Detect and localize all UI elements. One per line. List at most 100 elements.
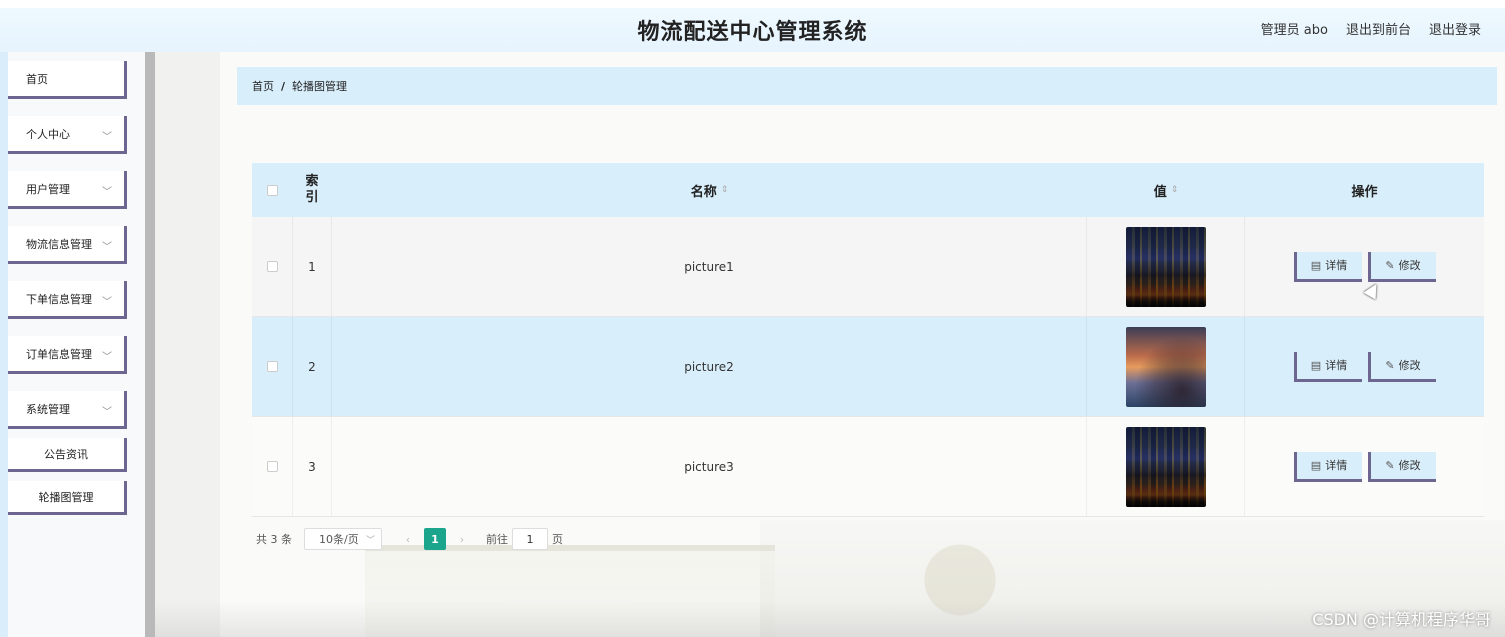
admin-user-label: 管理员 abo	[1260, 23, 1328, 38]
header-value-label: 值	[1153, 184, 1167, 200]
breadcrumb-current: 轮播图管理	[292, 80, 348, 93]
detail-button-label: 详情	[1325, 359, 1348, 372]
sort-icon[interactable]: ⇕	[721, 185, 729, 195]
carousel-image-thumbnail[interactable]	[1125, 426, 1206, 507]
sidebar-item-label: 下单信息管理	[26, 292, 92, 306]
next-page-button[interactable]: ›	[452, 533, 472, 546]
carousel-table: 索 引 名称 ⇕ 值 ⇕ 操作 1 picture1 ▤ 详情 ✎ 修改 2 p…	[252, 163, 1484, 517]
breadcrumb-separator: /	[281, 79, 286, 93]
sidebar-item-system-management[interactable]: 系统管理 ﹀	[8, 391, 127, 429]
pencil-icon: ✎	[1385, 258, 1395, 272]
page-number-active[interactable]: 1	[424, 528, 446, 550]
bottom-shade	[155, 600, 1505, 637]
sort-icon[interactable]: ⇕	[1171, 185, 1179, 195]
header-checkbox-cell	[252, 163, 292, 217]
pencil-icon: ✎	[1385, 458, 1395, 472]
sidebar-item-home[interactable]: 首页	[8, 61, 127, 99]
header-index: 索 引	[292, 163, 332, 217]
chevron-down-icon: ﹀	[102, 407, 112, 418]
select-all-checkbox[interactable]	[266, 184, 278, 196]
edit-button[interactable]: ✎ 修改	[1367, 351, 1436, 382]
sidebar-item-label: 系统管理	[26, 402, 70, 416]
detail-button[interactable]: ▤ 详情	[1293, 451, 1362, 482]
sidebar-subitem-label: 轮播图管理	[38, 490, 94, 504]
prev-page-button[interactable]: ‹	[398, 533, 418, 546]
chevron-down-icon: ﹀	[102, 242, 112, 253]
logout-link[interactable]: 退出登录	[1429, 19, 1481, 38]
header-index-line2: 引	[305, 190, 319, 205]
page-size-select[interactable]: 10条/页 ﹀	[304, 528, 382, 550]
table-row: 3 picture3 ▤ 详情 ✎ 修改	[252, 417, 1484, 517]
top-header: 物流配送中心管理系统 管理员 abo 退出到前台 退出登录	[0, 0, 1505, 52]
carousel-image-thumbnail[interactable]	[1125, 226, 1206, 307]
row-name: picture2	[332, 317, 1087, 416]
breadcrumb: 首页 / 轮播图管理	[237, 67, 1497, 105]
carousel-image-thumbnail[interactable]	[1125, 326, 1206, 407]
chevron-down-icon: ﹀	[102, 297, 112, 308]
edit-button[interactable]: ✎ 修改	[1367, 251, 1436, 282]
row-value	[1087, 317, 1245, 416]
chevron-down-icon: ﹀	[365, 535, 375, 546]
detail-button[interactable]: ▤ 详情	[1293, 251, 1362, 282]
row-checkbox[interactable]	[266, 361, 278, 372]
header-actions-label: 操作	[1351, 184, 1378, 200]
sidebar-item-logistics-info[interactable]: 物流信息管理 ﹀	[8, 226, 127, 264]
chevron-down-icon: ﹀	[102, 187, 112, 198]
pagination: 共 3 条 10条/页 ﹀ ‹ 1 › 前往 页	[256, 528, 563, 550]
row-name: picture3	[332, 417, 1087, 516]
sidebar-item-personal-center[interactable]: 个人中心 ﹀	[8, 116, 127, 154]
detail-button-label: 详情	[1325, 459, 1348, 472]
goto-suffix: 页	[552, 533, 563, 546]
document-icon: ▤	[1310, 358, 1322, 372]
sidebar-scrollbar[interactable]	[145, 52, 155, 637]
table-row: 1 picture1 ▤ 详情 ✎ 修改	[252, 217, 1484, 317]
exit-to-front-link[interactable]: 退出到前台	[1346, 19, 1411, 38]
page-size-value: 10条/页	[319, 533, 359, 546]
row-checkbox[interactable]	[266, 461, 278, 472]
sidebar-item-label: 用户管理	[26, 182, 70, 196]
edit-button-label: 修改	[1398, 259, 1421, 272]
detail-button-label: 详情	[1325, 259, 1348, 272]
row-value	[1087, 417, 1245, 516]
chevron-down-icon: ﹀	[102, 352, 112, 363]
edit-button-label: 修改	[1398, 359, 1421, 372]
row-name: picture1	[332, 217, 1087, 316]
header-name-label: 名称	[690, 184, 717, 200]
detail-button[interactable]: ▤ 详情	[1293, 351, 1362, 382]
sidebar-subitem-label: 公告资讯	[44, 447, 88, 461]
watermark-text: CSDN @计算机程序华哥	[1312, 610, 1491, 629]
row-checkbox-cell	[252, 317, 292, 416]
sidebar-subitem-announcements[interactable]: 公告资讯	[8, 438, 127, 472]
pencil-icon: ✎	[1385, 358, 1395, 372]
row-actions: ▤ 详情 ✎ 修改	[1245, 217, 1484, 316]
row-checkbox[interactable]	[266, 261, 278, 272]
edit-button-label: 修改	[1398, 459, 1421, 472]
sidebar-item-user-management[interactable]: 用户管理 ﹀	[8, 171, 127, 209]
goto-label: 前往	[486, 533, 508, 546]
header-value[interactable]: 值 ⇕	[1087, 163, 1245, 217]
header-actions: 操作	[1245, 163, 1484, 217]
goto-page-input[interactable]	[512, 528, 548, 550]
row-checkbox-cell	[252, 217, 292, 316]
breadcrumb-home[interactable]: 首页	[252, 78, 274, 94]
document-icon: ▤	[1310, 458, 1322, 472]
sidebar-item-order-info[interactable]: 订单信息管理 ﹀	[8, 336, 127, 374]
row-index: 3	[292, 417, 332, 516]
sidebar-item-label: 个人中心	[26, 127, 70, 141]
edit-button[interactable]: ✎ 修改	[1367, 451, 1436, 482]
sidebar-item-order-placement[interactable]: 下单信息管理 ﹀	[8, 281, 127, 319]
table-header: 索 引 名称 ⇕ 值 ⇕ 操作	[252, 163, 1484, 217]
document-icon: ▤	[1310, 258, 1322, 272]
row-index: 1	[292, 217, 332, 316]
header-name[interactable]: 名称 ⇕	[332, 163, 1087, 217]
row-index: 2	[292, 317, 332, 416]
sidebar-subitem-carousel-management[interactable]: 轮播图管理	[8, 481, 127, 515]
row-actions: ▤ 详情 ✎ 修改	[1245, 417, 1484, 516]
sidebar-stripe	[0, 52, 8, 637]
pagination-total: 共 3 条	[256, 533, 292, 546]
user-nav: 管理员 abo 退出到前台 退出登录	[1261, 19, 1481, 38]
sidebar-item-label: 物流信息管理	[26, 237, 92, 251]
table-row: 2 picture2 ▤ 详情 ✎ 修改	[252, 317, 1484, 417]
chevron-down-icon: ﹀	[102, 132, 112, 143]
sidebar-item-label: 订单信息管理	[26, 347, 92, 361]
